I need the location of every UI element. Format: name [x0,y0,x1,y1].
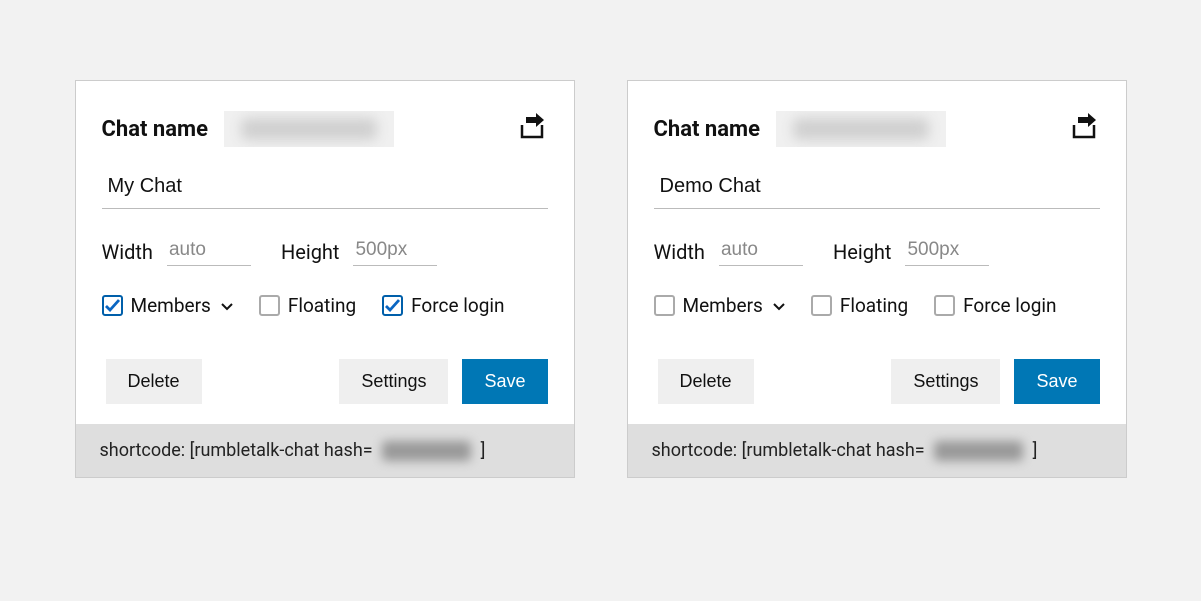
chat-hash-display [776,111,946,147]
shortcode-hash [931,441,1027,461]
floating-checkbox[interactable] [811,295,832,316]
dimensions-row: Width Height [654,237,1100,266]
delete-button[interactable]: Delete [106,359,202,404]
button-row: Delete Settings Save [102,359,548,404]
chat-name-label: Chat name [102,117,208,142]
forcelogin-label: Force login [963,294,1056,317]
forcelogin-checkbox[interactable] [934,295,955,316]
shortcode-suffix: ] [1033,440,1038,461]
shortcode-hash [379,441,475,461]
floating-label: Floating [288,294,356,317]
settings-button[interactable]: Settings [339,359,448,404]
shortcode-prefix: shortcode: [rumbletalk-chat hash= [652,440,925,461]
members-checkbox[interactable] [654,295,675,316]
members-checkbox[interactable] [102,295,123,316]
shortcode-suffix: ] [481,440,486,461]
card-header: Chat name [654,111,1100,147]
floating-option: Floating [259,294,356,317]
button-row: Delete Settings Save [654,359,1100,404]
chevron-down-icon[interactable] [221,296,233,315]
chat-card: Chat name Width Height [75,80,575,478]
save-button[interactable]: Save [462,359,547,404]
dimensions-row: Width Height [102,237,548,266]
settings-button[interactable]: Settings [891,359,1000,404]
shortcode-prefix: shortcode: [rumbletalk-chat hash= [100,440,373,461]
options-row: Members Floating Force login [102,294,548,317]
height-input[interactable] [353,237,437,266]
height-group: Height [833,237,990,266]
shortcode-bar: shortcode: [rumbletalk-chat hash= ] [628,424,1126,477]
card-body: Chat name Width Height [76,81,574,424]
forcelogin-option: Force login [382,294,504,317]
chat-name-input[interactable] [654,171,1100,209]
options-row: Members Floating Force login [654,294,1100,317]
share-icon[interactable] [1070,113,1100,145]
chat-name-label: Chat name [654,117,760,142]
members-label: Members [683,294,763,317]
height-label: Height [833,240,892,264]
width-input[interactable] [167,237,251,266]
chat-name-input[interactable] [102,171,548,209]
width-label: Width [654,240,705,264]
height-label: Height [281,240,340,264]
members-option: Members [102,294,233,317]
chat-card: Chat name Width Height [627,80,1127,478]
shortcode-bar: shortcode: [rumbletalk-chat hash= ] [76,424,574,477]
width-label: Width [102,240,153,264]
delete-button[interactable]: Delete [658,359,754,404]
chevron-down-icon[interactable] [773,296,785,315]
floating-option: Floating [811,294,908,317]
width-group: Width [654,237,803,266]
height-group: Height [281,237,438,266]
forcelogin-checkbox[interactable] [382,295,403,316]
card-header: Chat name [102,111,548,147]
save-button[interactable]: Save [1014,359,1099,404]
card-body: Chat name Width Height [628,81,1126,424]
forcelogin-label: Force login [411,294,504,317]
forcelogin-option: Force login [934,294,1056,317]
members-label: Members [131,294,211,317]
width-input[interactable] [719,237,803,266]
chat-hash-display [224,111,394,147]
floating-label: Floating [840,294,908,317]
floating-checkbox[interactable] [259,295,280,316]
members-option: Members [654,294,785,317]
height-input[interactable] [905,237,989,266]
width-group: Width [102,237,251,266]
share-icon[interactable] [518,113,548,145]
